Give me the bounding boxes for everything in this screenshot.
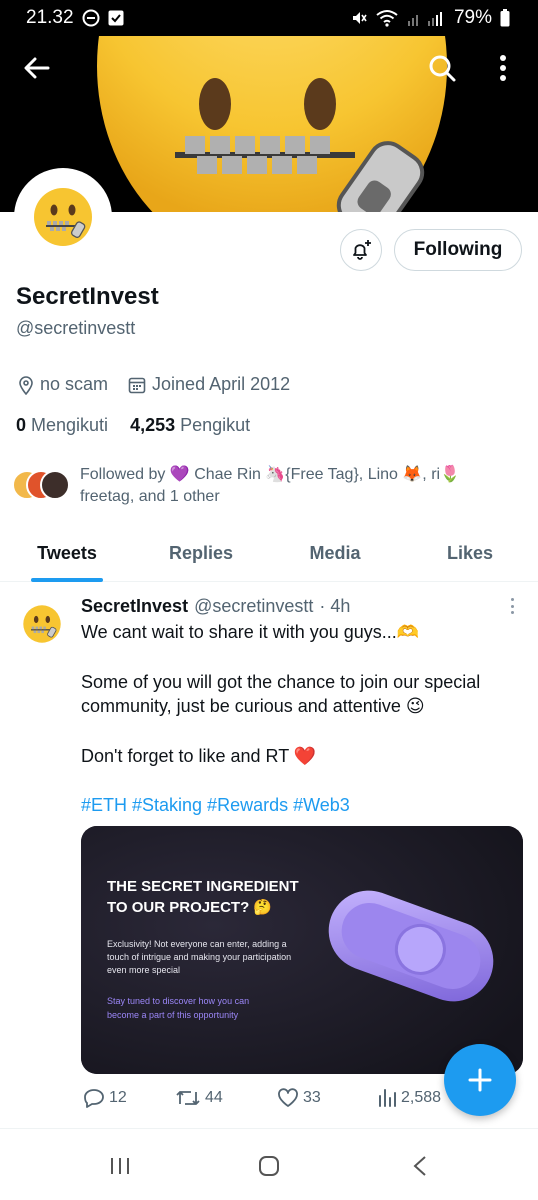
back-nav-button[interactable] (400, 1151, 440, 1181)
follow-counts: 0 Mengikuti 4,253 Pengikut (16, 415, 272, 436)
reply-count: 12 (109, 1089, 127, 1106)
media-cta-text: Stay tuned to discover how you can becom… (107, 996, 250, 1020)
zipper-mouth-face-icon (23, 605, 61, 643)
tab-likes-label: Likes (446, 542, 494, 563)
views-chart-icon (379, 1089, 396, 1107)
tweet-more-icon[interactable] (505, 596, 519, 616)
media-title-line: THE SECRET INGREDIENT (107, 878, 299, 895)
chevron-left-icon (413, 1156, 426, 1176)
recent-apps-icon (111, 1158, 129, 1174)
notifications-bell-button[interactable] (340, 229, 382, 271)
followed-by[interactable]: Followed by 💜 Chae Rin 🦄{Free Tag}, Lino… (12, 464, 480, 508)
reply-button[interactable]: 12 (83, 1088, 175, 1108)
profile-handle: @secretinvestt (16, 318, 136, 338)
media-body-text: Exclusivity! Not everyone can enter, add… (107, 939, 292, 975)
like-button[interactable]: 33 (277, 1088, 377, 1108)
status-time: 21.32 (26, 7, 74, 28)
tweet-hashtags[interactable]: #ETH #Staking #Rewards #Web3 (81, 793, 350, 817)
zipper-mouth-face-icon (34, 188, 92, 246)
join-date-text: Joined April 2012 (152, 374, 291, 394)
home-icon (259, 1156, 279, 1176)
tweet-header: SecretInvest @secretinvestt · 4h (81, 596, 350, 617)
tweet-text-line: Some of you will got the chance to join … (81, 672, 481, 692)
tab-tweets-label: Tweets (37, 542, 97, 563)
back-button[interactable] (17, 48, 57, 88)
like-count: 33 (303, 1089, 321, 1106)
retweet-button[interactable]: 44 (175, 1088, 277, 1108)
profile-name: SecretInvest (16, 283, 159, 310)
more-options-button[interactable] (483, 48, 523, 88)
back-arrow-icon (24, 57, 50, 79)
follower-avatar (40, 470, 70, 500)
tab-replies[interactable]: Replies (134, 524, 268, 582)
followed-by-text: Followed by 💜 Chae Rin 🦄{Free Tag}, Lino… (80, 466, 460, 505)
retweet-icon (176, 1091, 200, 1105)
tweet-actions: 12 44 33 2,588 (83, 1088, 441, 1108)
reply-icon (84, 1089, 104, 1108)
following-count-link[interactable]: 0 Mengikuti (16, 415, 108, 436)
compose-tweet-button[interactable] (444, 1044, 516, 1116)
tweet-text-line: community, just be curious and attentive… (81, 696, 425, 716)
tweet-time: · 4h (319, 596, 351, 616)
tab-tweets[interactable]: Tweets (0, 524, 134, 582)
location-text: no scam (40, 374, 109, 394)
more-vertical-icon (500, 55, 506, 81)
following-count: 0 (16, 415, 27, 435)
search-icon (429, 55, 456, 82)
tweet-text-line: We cant wait to share it with you guys..… (81, 622, 420, 642)
plus-icon (468, 1068, 492, 1092)
followers-label: Pengikut (180, 415, 251, 435)
system-navigation-bar (0, 1128, 538, 1200)
heart-icon (278, 1088, 298, 1107)
views-count: 2,588 (401, 1089, 442, 1106)
media-title-line: TO OUR PROJECT? 🤔 (107, 899, 273, 916)
tweet-avatar[interactable] (18, 600, 66, 648)
tweet-author-handle[interactable]: @secretinvestt (194, 596, 313, 617)
tweet-media-image[interactable]: THE SECRET INGREDIENT TO OUR PROJECT? 🤔 … (81, 826, 523, 1074)
tab-media[interactable]: Media (268, 524, 402, 582)
profile-avatar[interactable] (14, 168, 112, 266)
tweet-author-name[interactable]: SecretInvest (81, 596, 188, 617)
location-pin-icon (19, 375, 33, 395)
tab-replies-label: Replies (168, 542, 234, 563)
bell-plus-icon (353, 240, 371, 260)
followers-count-link[interactable]: 4,253 Pengikut (130, 415, 250, 436)
battery-percent: 79% (453, 7, 492, 28)
recent-apps-button[interactable] (100, 1151, 140, 1181)
media-title: THE SECRET INGREDIENT TO OUR PROJECT? 🤔 (107, 876, 299, 918)
search-button[interactable] (422, 48, 462, 88)
mute-icon (350, 9, 368, 27)
calendar-icon (128, 377, 146, 393)
followed-by-avatars (12, 464, 74, 504)
home-button[interactable] (249, 1151, 289, 1181)
battery-icon (500, 9, 510, 27)
tab-media-label: Media (309, 542, 361, 563)
notification-check-icon (108, 10, 124, 26)
following-label: Mengikuti (31, 415, 109, 435)
tab-likes[interactable]: Likes (402, 524, 538, 582)
following-button[interactable]: Following (394, 229, 522, 271)
active-tab-indicator (31, 578, 103, 582)
tweet-text-line: Don't forget to like and RT ❤️ (81, 746, 317, 766)
signal-icon (406, 10, 446, 26)
join-date: Joined April 2012 (128, 374, 290, 395)
dnd-icon (82, 9, 100, 27)
followers-count: 4,253 (130, 415, 176, 435)
profile-tabs: Tweets Replies Media Likes (0, 524, 538, 582)
profile-meta: no scam Joined April 2012 (18, 374, 310, 395)
retweet-count: 44 (205, 1089, 223, 1106)
location: no scam (18, 374, 108, 395)
wifi-icon (376, 9, 398, 27)
views-button[interactable]: 2,588 (377, 1088, 441, 1108)
status-bar: 21.32 79% (0, 0, 538, 36)
